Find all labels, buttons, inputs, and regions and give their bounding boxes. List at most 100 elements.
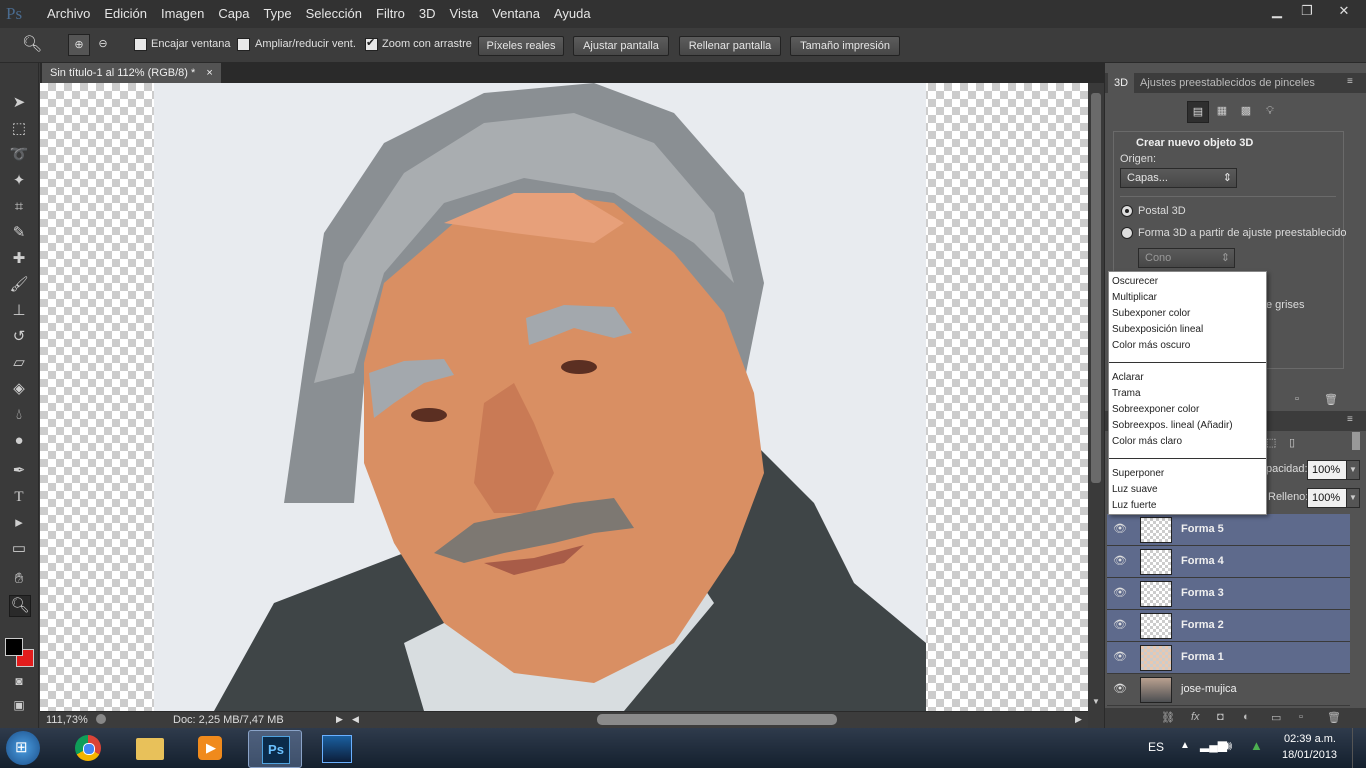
app-taskbar-icon[interactable]: [310, 730, 362, 766]
scroll-down-icon[interactable]: ▼: [1092, 697, 1100, 706]
network-icon[interactable]: ▂▄▆: [1200, 738, 1227, 752]
fit-screen-button[interactable]: Ajustar pantalla: [573, 36, 669, 56]
blur-tool-icon[interactable]: 💧︎: [9, 405, 29, 425]
blend-item[interactable]: Multiplicar: [1112, 290, 1157, 306]
drive-sync-icon[interactable]: ▲: [1250, 738, 1263, 753]
healing-brush-icon[interactable]: ✚: [9, 249, 29, 269]
visibility-eye-icon[interactable]: 👁︎: [1113, 682, 1127, 696]
print-size-button[interactable]: Tamaño impresión: [790, 36, 900, 56]
layer-row[interactable]: 👁︎ Forma 4: [1107, 546, 1350, 578]
blend-item[interactable]: Sobreexpos. lineal (Añadir): [1112, 418, 1233, 434]
menu-type[interactable]: Type: [256, 0, 298, 28]
stamp-tool-icon[interactable]: ⊥: [9, 301, 29, 321]
start-button[interactable]: ⊞: [6, 731, 40, 765]
trash-icon[interactable]: 🗑︎: [1324, 393, 1338, 406]
paint-bucket-icon[interactable]: ◈: [9, 379, 29, 399]
blend-item[interactable]: Superponer: [1112, 466, 1164, 482]
blend-item[interactable]: Color más oscuro: [1112, 338, 1190, 354]
material-filter-icon[interactable]: ▩: [1236, 101, 1256, 121]
quick-mask-icon[interactable]: ◙: [9, 671, 29, 691]
clock-date[interactable]: 18/01/2013: [1282, 749, 1337, 761]
filter-shape-icon[interactable]: ⬚: [1266, 436, 1276, 449]
menu-ventana[interactable]: Ventana: [485, 0, 547, 28]
vertical-scroll-thumb[interactable]: [1091, 93, 1101, 483]
show-desktop-button[interactable]: [1352, 728, 1366, 768]
zoom-tool-icon[interactable]: 🔍︎: [22, 34, 42, 54]
layer-row[interactable]: 👁︎ jose-mujica: [1107, 674, 1350, 706]
source-select[interactable]: Capas... ⇕: [1120, 168, 1237, 188]
show-hidden-icons[interactable]: ▲: [1180, 740, 1190, 751]
menu-seleccion[interactable]: Selección: [299, 0, 369, 28]
menu-ayuda[interactable]: Ayuda: [547, 0, 598, 28]
fill-input[interactable]: 100%: [1307, 488, 1347, 508]
opacity-input[interactable]: 100%: [1307, 460, 1347, 480]
blend-item[interactable]: Sobreexponer color: [1112, 402, 1199, 418]
scroll-right-icon[interactable]: ▶: [1075, 714, 1082, 725]
type-tool-icon[interactable]: T: [9, 487, 29, 507]
explorer-taskbar-icon[interactable]: [124, 730, 176, 766]
language-indicator[interactable]: ES: [1148, 740, 1164, 754]
media-player-taskbar-icon[interactable]: ▶: [184, 730, 236, 766]
visibility-eye-icon[interactable]: 👁︎: [1113, 618, 1127, 632]
link-layers-icon[interactable]: ⛓︎: [1161, 711, 1175, 724]
lasso-tool-icon[interactable]: ➰: [9, 145, 29, 165]
layer-row[interactable]: 👁︎ Forma 1: [1107, 642, 1350, 674]
mesh-filter-icon[interactable]: ▦: [1212, 101, 1232, 121]
zoom-in-icon[interactable]: ⊕: [68, 34, 90, 56]
menu-edicion[interactable]: Edición: [97, 0, 154, 28]
blend-item[interactable]: Aclarar: [1112, 370, 1144, 386]
postcard-radio[interactable]: [1121, 205, 1133, 217]
menu-archivo[interactable]: Archivo: [40, 0, 97, 28]
restore-icon[interactable]: ❐: [1292, 2, 1322, 20]
group-folder-icon[interactable]: ▭: [1271, 711, 1281, 724]
marquee-tool-icon[interactable]: ⬚: [9, 119, 29, 139]
blend-item[interactable]: Subexposición lineal: [1112, 322, 1203, 338]
layer-row[interactable]: 👁︎ Forma 3: [1107, 578, 1350, 610]
blend-item[interactable]: Luz fuerte: [1112, 498, 1156, 514]
crop-tool-icon[interactable]: ⌗: [9, 197, 29, 217]
path-selection-icon[interactable]: ▸: [9, 513, 29, 533]
light-filter-icon[interactable]: 💡︎: [1260, 101, 1280, 121]
blend-item[interactable]: Trama: [1112, 386, 1141, 402]
minimize-icon[interactable]: ▁: [1262, 2, 1292, 20]
dodge-tool-icon[interactable]: ●: [9, 431, 29, 451]
zoom-level[interactable]: 111,73%: [46, 714, 88, 726]
resize-windows-checkbox[interactable]: [237, 38, 250, 51]
screen-mode-icon[interactable]: ▣: [9, 695, 29, 715]
tab-brush-presets[interactable]: Ajustes preestablecidos de pinceles: [1134, 73, 1321, 93]
blend-item[interactable]: Subexponer color: [1112, 306, 1190, 322]
menu-filtro[interactable]: Filtro: [369, 0, 412, 28]
blend-item[interactable]: Oscurecer: [1112, 274, 1158, 290]
fx-icon[interactable]: fx: [1191, 711, 1200, 723]
panel-menu-icon[interactable]: ≡: [1347, 76, 1353, 87]
filter-toggle[interactable]: [1352, 432, 1360, 450]
new-layer-icon[interactable]: ▫: [1299, 711, 1303, 723]
volume-icon[interactable]: 🔊︎: [1224, 738, 1232, 754]
visibility-eye-icon[interactable]: 👁︎: [1113, 554, 1127, 568]
hand-tool-icon[interactable]: ✋︎: [9, 569, 29, 589]
layer-row[interactable]: 👁︎ Forma 5: [1107, 514, 1350, 546]
opacity-dropdown-icon[interactable]: ▼: [1346, 460, 1360, 480]
delete-layer-icon[interactable]: 🗑︎: [1327, 711, 1341, 724]
shape-tool-icon[interactable]: ▭: [9, 539, 29, 559]
chrome-taskbar-icon[interactable]: [62, 730, 114, 766]
brush-tool-icon[interactable]: 🖌︎: [9, 275, 29, 295]
shape-select[interactable]: Cono ⇕: [1138, 248, 1235, 268]
scene-filter-icon[interactable]: ▤: [1187, 101, 1209, 123]
menu-capa[interactable]: Capa: [211, 0, 256, 28]
close-tab-icon[interactable]: ×: [206, 67, 212, 79]
eyedropper-icon[interactable]: ✎: [9, 223, 29, 243]
layer-row[interactable]: 👁︎ Forma 2: [1107, 610, 1350, 642]
visibility-eye-icon[interactable]: 👁︎: [1113, 522, 1127, 536]
magic-wand-icon[interactable]: ✦: [9, 171, 29, 191]
horizontal-scroll-thumb[interactable]: [597, 714, 837, 725]
fill-dropdown-icon[interactable]: ▼: [1346, 488, 1360, 508]
close-window-icon[interactable]: ✕: [1326, 2, 1362, 20]
scroll-left-icon[interactable]: ◀: [352, 714, 359, 725]
zoom-tool-active-icon[interactable]: 🔍︎: [9, 595, 31, 617]
pen-tool-icon[interactable]: ✒: [9, 461, 29, 481]
visibility-eye-icon[interactable]: 👁︎: [1113, 586, 1127, 600]
move-tool-icon[interactable]: ➤: [9, 93, 29, 113]
eraser-tool-icon[interactable]: ▱: [9, 353, 29, 373]
history-brush-icon[interactable]: ↺: [9, 327, 29, 347]
